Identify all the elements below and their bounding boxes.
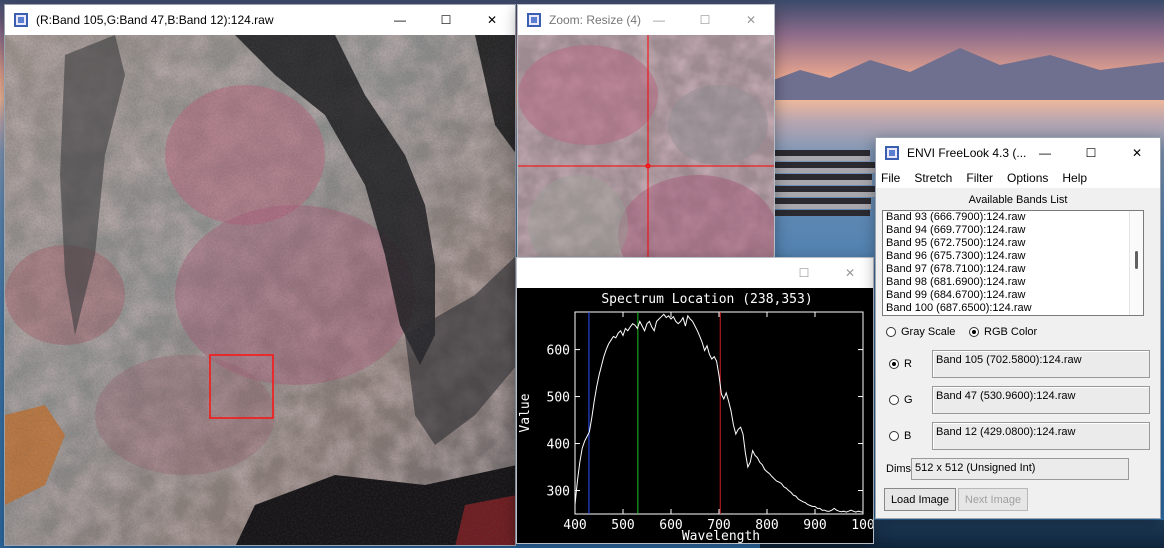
- g-label: G: [904, 394, 913, 406]
- plot-frame: [574, 311, 864, 515]
- x-tick-label: 900: [803, 518, 826, 533]
- dims-field: 512 x 512 (Unsigned Int): [911, 458, 1129, 480]
- list-item[interactable]: Band 98 (681.6900):124.raw: [883, 276, 1143, 289]
- minimize-button[interactable]: —: [636, 5, 682, 35]
- menu-file[interactable]: File: [881, 171, 900, 185]
- y-tick-label: 300: [547, 485, 570, 500]
- spectrum-titlebar[interactable]: ☐ ✕: [517, 258, 873, 288]
- g-channel-radio[interactable]: G: [889, 394, 913, 406]
- menu-help[interactable]: Help: [1062, 171, 1087, 185]
- x-tick-label: 400: [563, 518, 586, 533]
- spectrum-plot[interactable]: Spectrum Location (238,353) 400 500 600 700…: [517, 288, 873, 543]
- b-label: B: [904, 430, 912, 442]
- close-button[interactable]: ✕: [827, 258, 873, 288]
- desktop-mountains: [760, 48, 1164, 100]
- x-tick-label: 100: [851, 518, 873, 533]
- radio-circle[interactable]: [889, 431, 899, 441]
- x-tick-label: 600: [659, 518, 682, 533]
- list-item[interactable]: Band 99 (684.6700):124.raw: [883, 289, 1143, 302]
- next-image-button[interactable]: Next Image: [958, 488, 1028, 511]
- list-item[interactable]: Band 96 (675.7300):124.raw: [883, 250, 1143, 263]
- y-tick-label: 500: [547, 391, 570, 406]
- zoom-window-title: Zoom: Resize (4): [549, 13, 642, 27]
- bands-list[interactable]: Band 93 (666.7900):124.raw Band 94 (669.…: [882, 210, 1144, 316]
- list-item[interactable]: Band 94 (669.7700):124.raw: [883, 224, 1143, 237]
- menu-stretch[interactable]: Stretch: [914, 171, 952, 185]
- rgb-color-label: RGB Color: [984, 326, 1038, 338]
- spectrum-window[interactable]: ☐ ✕ Spectrum Location (238,353) 400 500 60…: [516, 257, 874, 544]
- x-axis-label: Wavelength: [682, 529, 760, 543]
- b-channel-radio[interactable]: B: [889, 430, 911, 442]
- bands-list-title: Available Bands List: [968, 194, 1068, 206]
- main-image-canvas[interactable]: [5, 35, 516, 546]
- radio-circle[interactable]: [886, 327, 896, 337]
- maximize-button[interactable]: ☐: [781, 258, 827, 288]
- zoom-canvas[interactable]: [518, 35, 774, 290]
- list-item[interactable]: Band 93 (666.7900):124.raw: [883, 211, 1143, 224]
- main-window-title: (R:Band 105,G:Band 47,B:Band 12):124.raw: [36, 13, 274, 27]
- radio-circle[interactable]: [889, 395, 899, 405]
- r-channel-radio[interactable]: R: [889, 358, 912, 370]
- r-label: R: [904, 358, 912, 370]
- r-band-field[interactable]: Band 105 (702.5800):124.raw: [932, 350, 1150, 378]
- radio-circle-selected[interactable]: [889, 359, 899, 369]
- close-button[interactable]: ✕: [469, 5, 515, 35]
- freelook-window[interactable]: ENVI FreeLook 4.3 (... — ☐ ✕ File Stretc…: [875, 137, 1161, 519]
- rgb-color-radio[interactable]: RGB Color: [969, 326, 1037, 338]
- freelook-window-title: ENVI FreeLook 4.3 (...: [907, 146, 1027, 160]
- gray-scale-label: Gray Scale: [901, 326, 956, 338]
- list-item[interactable]: Band 100 (687.6500):124.raw: [883, 302, 1143, 315]
- b-band-field[interactable]: Band 12 (429.0800):124.raw: [932, 422, 1150, 450]
- spectrum-title: Spectrum Location (238,353): [601, 292, 812, 307]
- minimize-button[interactable]: —: [1022, 138, 1068, 168]
- close-button[interactable]: ✕: [728, 5, 774, 35]
- y-tick-label: 400: [547, 438, 570, 453]
- radio-circle-selected[interactable]: [969, 327, 979, 337]
- desktop-dock: [765, 150, 876, 216]
- envi-app-icon: [527, 13, 541, 27]
- minimize-button[interactable]: —: [377, 5, 423, 35]
- menu-options[interactable]: Options: [1007, 171, 1048, 185]
- y-tick-label: 600: [547, 344, 570, 359]
- main-image-window[interactable]: (R:Band 105,G:Band 47,B:Band 12):124.raw…: [4, 4, 516, 546]
- envi-app-icon: [14, 13, 28, 27]
- x-tick-label: 500: [611, 518, 634, 533]
- bands-scrollbar[interactable]: [1129, 211, 1143, 315]
- menu-filter[interactable]: Filter: [966, 171, 993, 185]
- scrollbar-thumb[interactable]: [1135, 251, 1138, 269]
- g-band-field[interactable]: Band 47 (530.9600):124.raw: [932, 386, 1150, 414]
- zoom-window[interactable]: Zoom: Resize (4) — ☐ ✕: [517, 4, 775, 290]
- zoom-titlebar[interactable]: Zoom: Resize (4) — ☐ ✕: [518, 5, 774, 35]
- maximize-button[interactable]: ☐: [1068, 138, 1114, 168]
- close-button[interactable]: ✕: [1114, 138, 1160, 168]
- y-axis-label: Value: [518, 393, 533, 432]
- gray-scale-radio[interactable]: Gray Scale: [886, 326, 955, 338]
- load-image-button[interactable]: Load Image: [884, 488, 956, 511]
- main-titlebar[interactable]: (R:Band 105,G:Band 47,B:Band 12):124.raw…: [5, 5, 515, 35]
- list-item[interactable]: Band 95 (672.7500):124.raw: [883, 237, 1143, 250]
- menu-bar: File Stretch Filter Options Help: [876, 168, 1160, 188]
- maximize-button[interactable]: ☐: [423, 5, 469, 35]
- maximize-button[interactable]: ☐: [682, 5, 728, 35]
- freelook-titlebar[interactable]: ENVI FreeLook 4.3 (... — ☐ ✕: [876, 138, 1160, 168]
- envi-app-icon: [885, 146, 899, 160]
- list-item[interactable]: Band 97 (678.7100):124.raw: [883, 263, 1143, 276]
- spectrum-line: [574, 313, 864, 513]
- dims-label: Dims: [886, 463, 912, 475]
